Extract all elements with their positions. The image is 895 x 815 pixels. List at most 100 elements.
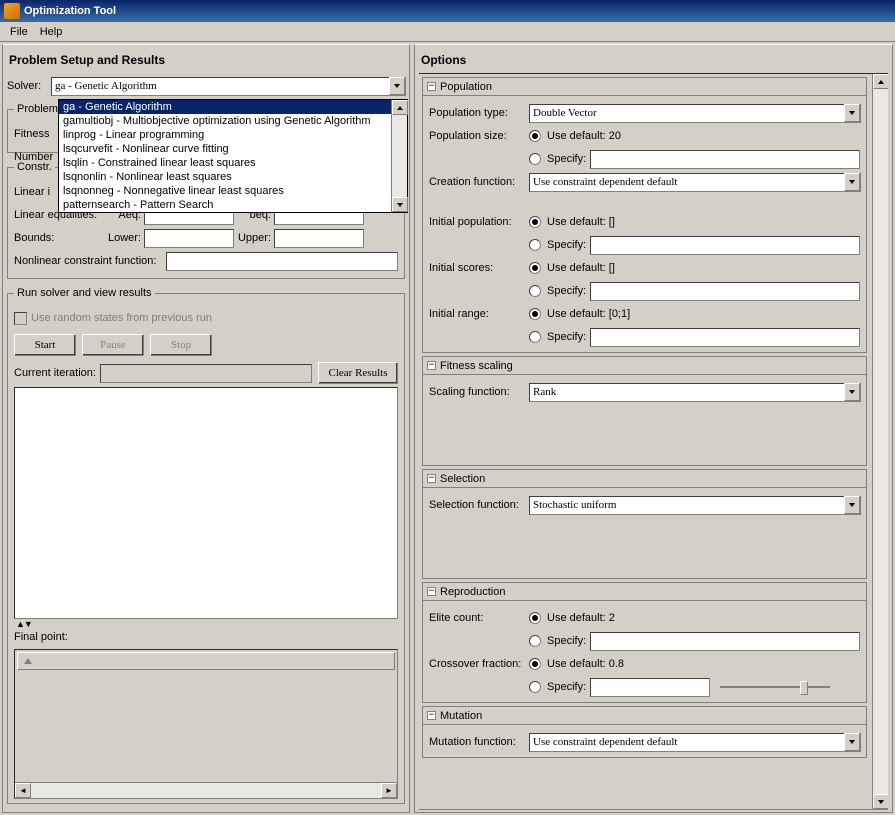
bounds-label: Bounds: <box>14 232 104 244</box>
pop-type-dropdown-button[interactable] <box>844 104 860 122</box>
collapse-icon[interactable]: − <box>427 361 436 370</box>
pop-size-specify-input[interactable] <box>590 150 860 169</box>
elite-specify-radio[interactable] <box>529 635 541 647</box>
lower-input[interactable] <box>144 229 234 248</box>
init-scores-specify-label: Specify: <box>547 285 586 297</box>
init-scores-specify-input[interactable] <box>590 282 860 301</box>
solver-option-gamultiobj[interactable]: gamultiobj - Multiobjective optimization… <box>59 114 407 128</box>
solver-dropdown-button[interactable] <box>389 77 405 95</box>
selection-combo[interactable] <box>529 496 861 515</box>
splitter-handle[interactable]: ▲▼ <box>14 619 398 629</box>
pause-button[interactable]: Pause <box>82 334 144 356</box>
final-point-header[interactable] <box>17 652 395 670</box>
solver-option-lsqlin[interactable]: lsqlin - Constrained linear least square… <box>59 156 407 170</box>
solver-dropdown-list[interactable]: ga - Genetic Algorithm gamultiobj - Mult… <box>58 99 408 213</box>
crossover-default-radio[interactable] <box>529 658 541 670</box>
mutation-dropdown-button[interactable] <box>844 733 860 751</box>
section-selection-head[interactable]: − Selection <box>423 470 866 488</box>
options-vscroll[interactable] <box>872 74 888 809</box>
sort-triangle-icon <box>24 658 32 664</box>
section-population-head[interactable]: − Population <box>423 78 866 96</box>
section-mutation: − Mutation Mutation function: <box>422 706 867 758</box>
elite-specify-label: Specify: <box>547 635 586 647</box>
nlcon-label: Nonlinear constraint function: <box>14 255 162 267</box>
menubar: File Help <box>0 22 895 42</box>
upper-input[interactable] <box>274 229 364 248</box>
creation-label: Creation function: <box>429 176 529 188</box>
section-selection-title: Selection <box>440 473 485 485</box>
solver-combo[interactable] <box>51 77 406 96</box>
pop-size-specify-radio[interactable] <box>529 153 541 165</box>
use-random-checkbox[interactable] <box>14 312 27 325</box>
pop-size-label: Population size: <box>429 130 529 142</box>
results-textarea[interactable] <box>14 387 398 619</box>
collapse-icon[interactable]: − <box>427 82 436 91</box>
crossover-specify-radio[interactable] <box>529 681 541 693</box>
scroll-right-icon[interactable]: ► <box>381 783 397 798</box>
scaling-combo[interactable] <box>529 383 861 402</box>
crossover-default-label: Use default: 0.8 <box>547 658 624 670</box>
init-range-default-label: Use default: [0;1] <box>547 308 630 320</box>
pop-type-combo[interactable] <box>529 104 861 123</box>
section-reproduction: − Reproduction Elite count: Use default:… <box>422 582 867 703</box>
final-point-label: Final point: <box>14 629 398 645</box>
solver-option-lsqcurvefit[interactable]: lsqcurvefit - Nonlinear curve fitting <box>59 142 407 156</box>
clear-results-button[interactable]: Clear Results <box>318 362 398 384</box>
init-scores-default-radio[interactable] <box>529 262 541 274</box>
solver-option-lsqnonlin[interactable]: lsqnonlin - Nonlinear least squares <box>59 170 407 184</box>
scroll-up-icon[interactable] <box>873 74 888 89</box>
menu-help[interactable]: Help <box>34 24 69 40</box>
selection-dropdown-button[interactable] <box>844 496 860 514</box>
pop-size-default-radio[interactable] <box>529 130 541 142</box>
dropdown-scrollbar[interactable] <box>391 100 407 212</box>
solver-option-ga[interactable]: ga - Genetic Algorithm <box>59 100 407 114</box>
section-reproduction-head[interactable]: − Reproduction <box>423 583 866 601</box>
section-reproduction-title: Reproduction <box>440 586 505 598</box>
init-pop-specify-radio[interactable] <box>529 239 541 251</box>
collapse-icon[interactable]: − <box>427 711 436 720</box>
elite-default-radio[interactable] <box>529 612 541 624</box>
scroll-down-icon[interactable] <box>873 794 888 809</box>
start-button[interactable]: Start <box>14 334 76 356</box>
scroll-up-icon[interactable] <box>392 100 408 115</box>
stop-button[interactable]: Stop <box>150 334 212 356</box>
current-iter-field <box>100 364 312 383</box>
constraints-legend: Constr. <box>14 161 55 173</box>
nlcon-input[interactable] <box>166 252 398 271</box>
final-point-hscroll[interactable]: ◄ ► <box>15 782 397 798</box>
crossover-slider[interactable] <box>720 679 830 695</box>
creation-combo[interactable] <box>529 173 861 192</box>
init-scores-label: Initial scores: <box>429 262 529 274</box>
final-point-box: ◄ ► <box>14 649 398 799</box>
init-scores-specify-radio[interactable] <box>529 285 541 297</box>
window-title: Optimization Tool <box>24 5 116 17</box>
solver-option-lsqnonneg[interactable]: lsqnonneg - Nonnegative linear least squ… <box>59 184 407 198</box>
mutation-label: Mutation function: <box>429 736 529 748</box>
scaling-dropdown-button[interactable] <box>844 383 860 401</box>
creation-dropdown-button[interactable] <box>844 173 860 191</box>
collapse-icon[interactable]: − <box>427 587 436 596</box>
scroll-down-icon[interactable] <box>392 197 408 212</box>
elite-specify-input[interactable] <box>590 632 860 651</box>
init-pop-specify-input[interactable] <box>590 236 860 255</box>
scroll-left-icon[interactable]: ◄ <box>15 783 31 798</box>
collapse-icon[interactable]: − <box>427 474 436 483</box>
solver-option-linprog[interactable]: linprog - Linear programming <box>59 128 407 142</box>
run-fieldset: Run solver and view results Use random s… <box>7 287 405 804</box>
solver-option-patternsearch[interactable]: patternsearch - Pattern Search <box>59 198 407 212</box>
menu-file[interactable]: File <box>4 24 34 40</box>
run-legend: Run solver and view results <box>14 287 155 299</box>
init-range-default-radio[interactable] <box>529 308 541 320</box>
init-range-specify-radio[interactable] <box>529 331 541 343</box>
crossover-specify-input[interactable] <box>590 678 710 697</box>
section-fitness-scaling-title: Fitness scaling <box>440 360 513 372</box>
init-range-specify-input[interactable] <box>590 328 860 347</box>
mutation-combo[interactable] <box>529 733 861 752</box>
section-fitness-scaling-head[interactable]: − Fitness scaling <box>423 357 866 375</box>
lower-label: Lower: <box>104 232 144 244</box>
section-mutation-head[interactable]: − Mutation <box>423 707 866 725</box>
elite-label: Elite count: <box>429 612 529 624</box>
init-pop-label: Initial population: <box>429 216 529 228</box>
init-range-specify-label: Specify: <box>547 331 586 343</box>
init-pop-default-radio[interactable] <box>529 216 541 228</box>
